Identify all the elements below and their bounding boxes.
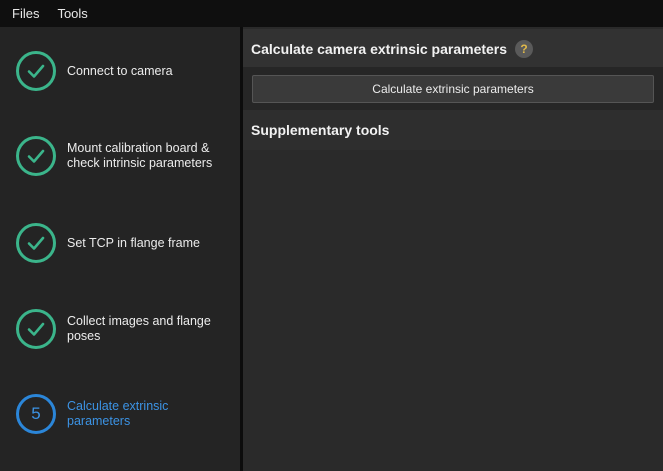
step-label: Connect to camera (67, 63, 173, 78)
checkmark-icon (16, 223, 56, 263)
step-connect-camera[interactable]: Connect to camera (0, 36, 240, 106)
step-label: Set TCP in flange frame (67, 235, 200, 250)
calculate-section-header: Calculate camera extrinsic parameters ? (243, 29, 663, 69)
step-mount-calibration-board[interactable]: Mount calibration board & check intrinsi… (0, 121, 240, 191)
section-title: Calculate camera extrinsic parameters (251, 41, 508, 57)
checkmark-icon (16, 51, 56, 91)
help-icon[interactable]: ? (515, 40, 534, 58)
menu-files[interactable]: Files (6, 6, 45, 21)
action-area: Calculate extrinsic parameters (243, 67, 663, 110)
main-panel: Calculate camera extrinsic parameters ? … (243, 27, 663, 471)
step-collect-images[interactable]: Collect images and flange poses (0, 294, 240, 364)
checkmark-icon (16, 309, 56, 349)
supplementary-tools-header[interactable]: Supplementary tools (243, 110, 663, 150)
checkmark-icon (16, 136, 56, 176)
step-number-icon: 5 (16, 394, 56, 434)
step-label: Mount calibration board & check intrinsi… (67, 141, 213, 170)
menu-tools[interactable]: Tools (51, 6, 93, 21)
step-label: Calculate extrinsic parameters (67, 399, 169, 428)
steps-sidebar: Connect to camera Mount calibration boar… (0, 27, 240, 471)
menu-bar: Files Tools (0, 0, 663, 27)
step-set-tcp[interactable]: Set TCP in flange frame (0, 208, 240, 278)
step-label: Collect images and flange poses (67, 314, 211, 343)
app-window: Files Tools Connect to camera Mount cali… (0, 0, 663, 471)
supplementary-title: Supplementary tools (251, 122, 390, 138)
calculate-extrinsic-button[interactable]: Calculate extrinsic parameters (252, 75, 654, 103)
step-calculate-extrinsic[interactable]: 5 Calculate extrinsic parameters (0, 379, 240, 449)
